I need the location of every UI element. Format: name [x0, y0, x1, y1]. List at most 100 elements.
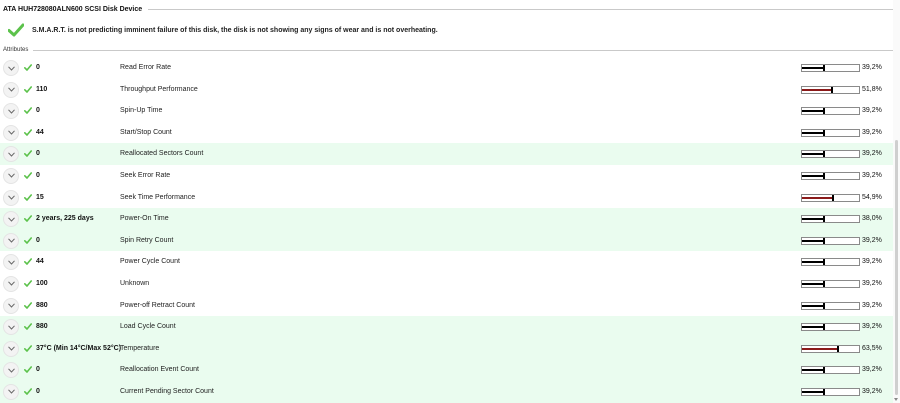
expand-button[interactable] [3, 383, 19, 400]
expand-button[interactable] [3, 81, 19, 98]
expand-button[interactable] [3, 254, 19, 271]
attribute-name: Unknown [120, 279, 150, 287]
attribute-name: Power-off Retract Count [120, 301, 195, 309]
vertical-scrollbar[interactable] [893, 0, 900, 403]
checkmark-icon [24, 193, 32, 201]
attribute-health-bar [801, 258, 860, 267]
attribute-row[interactable]: 15 Seek Time Performance 54,9% [0, 187, 893, 209]
attribute-name: Power Cycle Count [120, 258, 180, 266]
health-bar-marker [823, 302, 825, 309]
attribute-raw-value: 0 [36, 64, 40, 71]
attributes-list: 0 Read Error Rate 39,2% 110 Throughput Perfo… [0, 57, 893, 403]
attribute-row[interactable]: 0 Spin-Up Time 39,2% [0, 100, 893, 122]
attribute-row[interactable]: 44 Power Cycle Count 39,2% [0, 251, 893, 273]
scroll-down-arrow-icon[interactable] [894, 398, 898, 401]
checkmark-icon [24, 236, 32, 244]
attribute-row[interactable]: 880 Power-off Retract Count 39,2% [0, 295, 893, 317]
expand-button[interactable] [3, 297, 19, 314]
checkmark-icon [24, 258, 32, 266]
expand-button[interactable] [3, 124, 19, 141]
health-bar-marker [823, 280, 825, 287]
attribute-name: Power-On Time [120, 215, 169, 223]
attribute-row[interactable]: 2 years, 225 days Power-On Time 38,0% [0, 208, 893, 230]
attribute-name: Load Cycle Count [120, 323, 176, 331]
attribute-row[interactable]: 110 Throughput Performance 51,8% [0, 79, 893, 101]
expand-button[interactable] [3, 146, 19, 163]
divider [148, 8, 893, 10]
attribute-percent: 39,2% [862, 150, 882, 158]
attribute-row[interactable]: 0 Spin Retry Count 39,2% [0, 229, 893, 252]
attribute-name: Spin Retry Count [120, 236, 174, 244]
expand-button[interactable] [3, 103, 19, 120]
attribute-row[interactable]: 100 Unknown 39,2% [0, 273, 893, 295]
attribute-row[interactable]: 880 Load Cycle Count 39,2% [0, 316, 893, 338]
health-bar-fill [802, 326, 824, 329]
health-bar-marker [832, 194, 834, 201]
expand-button[interactable] [3, 340, 19, 357]
smart-status-message: S.M.A.R.T. is not predicting imminent fa… [32, 26, 438, 34]
checkmark-icon [24, 280, 32, 287]
checkmark-icon [24, 301, 32, 309]
health-bar-marker [823, 151, 825, 158]
attribute-row[interactable]: 0 Seek Error Rate 39,2% [0, 165, 893, 187]
health-bar-fill [802, 110, 824, 113]
attribute-health-bar [801, 150, 860, 159]
checkmark-icon [24, 215, 32, 222]
checkmark-icon [24, 64, 32, 71]
health-bar-marker [837, 345, 839, 352]
attribute-name: Throughput Performance [120, 85, 198, 93]
attribute-percent: 39,2% [862, 64, 882, 71]
attribute-health-bar [801, 171, 860, 180]
expand-button[interactable] [3, 167, 19, 184]
attribute-raw-value: 0 [36, 150, 40, 158]
attribute-row[interactable]: 0 Current Pending Sector Count 39,2% [0, 380, 893, 403]
expand-button[interactable] [3, 211, 19, 228]
checkmark-icon [24, 107, 32, 114]
attribute-row[interactable]: 37°C (Min 14°C/Max 52°C) Temperature 63,5% [0, 337, 893, 360]
device-title: ATA HUH728080ALN600 SCSI Disk Device [3, 5, 143, 13]
chevron-down-icon [7, 217, 15, 222]
expand-button[interactable] [3, 362, 19, 379]
checkmark-icon [24, 85, 32, 93]
health-bar-marker [823, 65, 825, 71]
chevron-down-icon [7, 65, 15, 71]
attribute-percent: 54,9% [862, 193, 882, 201]
attribute-percent: 39,2% [862, 387, 882, 395]
attribute-percent: 39,2% [862, 366, 882, 374]
chevron-down-icon [7, 260, 15, 265]
attribute-percent: 39,2% [862, 236, 882, 244]
attribute-row[interactable]: 0 Reallocated Sectors Count 39,2% [0, 143, 893, 165]
attribute-percent: 39,2% [862, 279, 882, 287]
attribute-raw-value: 880 [36, 301, 48, 309]
expand-button[interactable] [3, 319, 19, 336]
attribute-name: Reallocated Sectors Count [120, 150, 204, 158]
attribute-row[interactable]: 0 Reallocation Event Count 39,2% [0, 359, 893, 381]
expand-button[interactable] [3, 60, 19, 76]
attribute-health-bar [801, 193, 860, 202]
attribute-percent: 39,2% [862, 107, 882, 115]
device-header: ATA HUH728080ALN600 SCSI Disk Device [3, 4, 893, 14]
attribute-health-bar [801, 64, 860, 72]
chevron-down-icon [7, 130, 15, 136]
health-bar-marker [831, 86, 833, 93]
chevron-down-icon [7, 281, 15, 287]
checkmark-icon [24, 150, 32, 158]
attribute-raw-value: 15 [36, 193, 44, 201]
expand-button[interactable] [3, 232, 19, 249]
attribute-health-bar [801, 344, 860, 353]
attribute-row[interactable]: 44 Start/Stop Count 39,2% [0, 122, 893, 144]
expand-button[interactable] [3, 275, 19, 292]
attribute-raw-value: 110 [36, 85, 48, 93]
health-bar-fill [802, 174, 824, 177]
attribute-health-bar [801, 387, 860, 396]
chevron-down-icon [7, 325, 15, 330]
checkmark-icon [24, 366, 32, 374]
checkmark-icon [24, 388, 32, 395]
scrollbar-thumb[interactable] [895, 140, 898, 395]
attribute-row[interactable]: 0 Read Error Rate 39,2% [0, 57, 893, 79]
smart-status: S.M.A.R.T. is not predicting imminent fa… [8, 22, 438, 38]
health-bar-marker [823, 129, 825, 136]
health-bar-fill [802, 282, 824, 285]
attribute-raw-value: 0 [36, 107, 40, 115]
expand-button[interactable] [3, 189, 19, 206]
